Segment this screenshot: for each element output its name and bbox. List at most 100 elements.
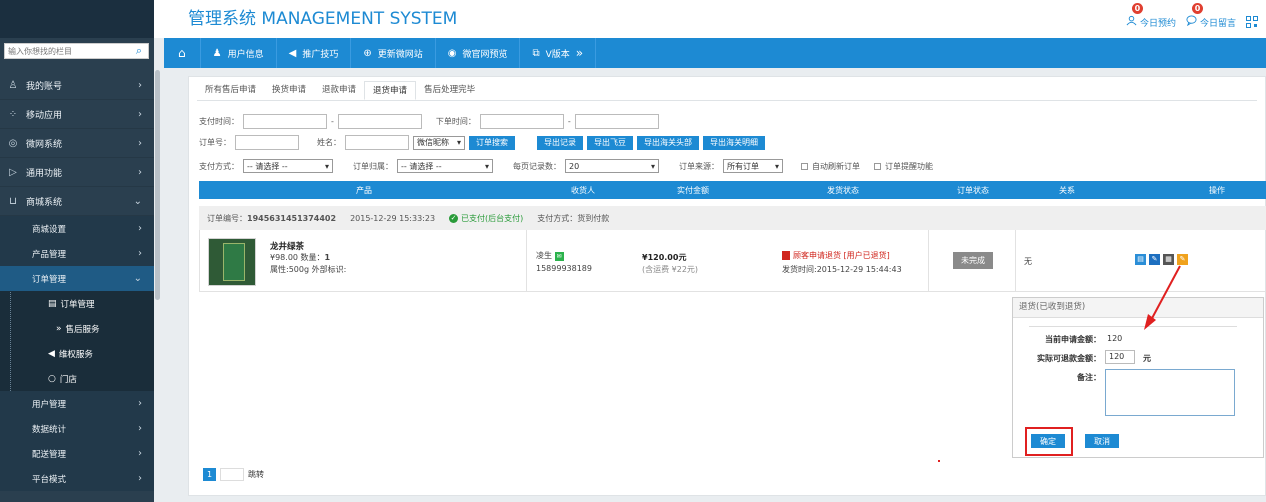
product-image[interactable] xyxy=(208,238,256,286)
export-feidou-button[interactable]: 导出飞豆 xyxy=(587,135,633,150)
col-divider xyxy=(928,230,929,291)
order-time-end[interactable] xyxy=(574,114,659,129)
col-order-status: 订单状态 xyxy=(957,186,989,195)
order-owner-label: 订单归属： xyxy=(353,161,393,171)
collapse-notch[interactable] xyxy=(154,2,163,22)
per-page-select[interactable]: 20 ▾ xyxy=(565,159,659,173)
qrcode-icon[interactable] xyxy=(1246,6,1258,28)
sidebar-item-account[interactable]: ♙ 我的账号 › xyxy=(0,71,154,100)
tab-return[interactable]: 退货申请 xyxy=(364,81,417,100)
order-no-value: 1945631451374402 xyxy=(247,213,337,223)
options-row: 支付方式： -- 请选择 -- ▾ 订单归属： -- 请选择 -- ▾ 每页记录数：… xyxy=(199,159,933,173)
page-current[interactable]: 1 xyxy=(203,468,216,481)
sidebar-item-mall[interactable]: ⊔ 商城系统 ⌄ xyxy=(0,187,154,216)
chevron-right-icon: › xyxy=(138,248,142,259)
apps-icon: ⁘ xyxy=(8,108,18,120)
mall-submenu: 商城设置 › 产品管理 › 订单管理 ⌄ ▤ 订单管理 » 售后服务 ◀ 维权服务 ○ 门店 … xyxy=(0,216,154,491)
sidebar-item-micro-site[interactable]: ◎ 微网系统 › xyxy=(0,129,154,158)
sidebar-sub-delivery[interactable]: 配送管理 › xyxy=(0,441,154,466)
sidebar-sub-stats[interactable]: 数据统计 › xyxy=(0,416,154,441)
range-dash: - xyxy=(567,117,571,126)
order-row: 龙井绿茶 ¥98.00 数量：1 属性:500g 外部标识: 凌生 ✉ 1589… xyxy=(199,230,1266,292)
product-name[interactable]: 龙井绿茶 xyxy=(270,240,304,252)
auto-refresh-label: 自动刷新订单 xyxy=(812,161,860,171)
nav-user-info[interactable]: ♟ 用户信息 xyxy=(201,38,277,68)
nickname-select[interactable]: 微信昵称 ▾ xyxy=(413,135,465,150)
page-jump-button[interactable]: 跳转 xyxy=(248,469,264,480)
order-state-button[interactable]: 未完成 xyxy=(953,252,993,269)
product-attrs: 属性:500g 外部标识: xyxy=(270,265,347,274)
qty: 1 xyxy=(324,253,331,262)
sidebar-sub-label: 产品管理 xyxy=(32,249,67,260)
refund-amount-input[interactable]: 120 xyxy=(1105,350,1135,364)
nav-update-site[interactable]: ⊕ 更新微网站 xyxy=(351,38,436,68)
tab-exchange[interactable]: 换货申请 xyxy=(264,81,314,100)
after-sales-tabs: 所有售后申请 换货申请 退款申请 退货申请 售后处理完毕 xyxy=(197,81,1257,101)
name-input[interactable] xyxy=(345,135,409,150)
pay-time-end[interactable] xyxy=(337,114,422,129)
tab-done[interactable]: 售后处理完毕 xyxy=(416,81,483,100)
sidebar-item-common[interactable]: ▷ 通用功能 › xyxy=(0,158,154,187)
sidebar-item-mobile-apps[interactable]: ⁘ 移动应用 › xyxy=(0,100,154,129)
pay-method-select[interactable]: -- 请选择 -- ▾ xyxy=(243,159,333,173)
export-customs-detail-button[interactable]: 导出海关明细 xyxy=(703,135,765,150)
sidebar-leaf-store[interactable]: ○ 门店 xyxy=(0,366,154,391)
order-time-label: 下单时间： xyxy=(435,117,476,126)
sidebar-scrollbar[interactable] xyxy=(155,70,160,300)
order-search-button[interactable]: 订单搜索 xyxy=(469,135,515,150)
sidebar-sub-users[interactable]: 用户管理 › xyxy=(0,391,154,416)
order-info-bar: 订单编号：1945631451374402 2015-12-29 15:33:2… xyxy=(199,206,1266,230)
order-owner-select[interactable]: -- 请选择 -- ▾ xyxy=(397,159,493,173)
dialog-title: 退货(已收到退货) xyxy=(1013,298,1263,318)
sidebar-sub-orders[interactable]: 订单管理 ⌄ xyxy=(0,266,154,291)
sidebar-leaf-label: 售后服务 xyxy=(65,324,100,335)
select-value: -- 请选择 -- xyxy=(247,161,288,171)
today-message-link[interactable]: 0 今日留言 xyxy=(1186,3,1236,29)
nav-promo[interactable]: ◀ 推广技巧 xyxy=(277,38,352,68)
home-icon[interactable]: ⌂ xyxy=(164,38,201,68)
caret-down-icon: ▾ xyxy=(324,161,329,171)
user-icon: ♙ xyxy=(8,79,18,91)
cancel-button[interactable]: 取消 xyxy=(1085,434,1119,448)
price-qty: ¥98.00 数量： xyxy=(270,253,325,262)
list-icon: ▤ xyxy=(48,298,57,309)
sidebar-search-input[interactable] xyxy=(5,46,125,56)
today-booking-link[interactable]: 0 今日预约 xyxy=(1126,3,1176,29)
col-divider xyxy=(1015,230,1016,291)
nav-version[interactable]: ⧉ V版本 » xyxy=(520,38,597,68)
sidebar-leaf-order-manage[interactable]: ▤ 订单管理 xyxy=(0,291,154,316)
range-dash: - xyxy=(331,117,334,126)
export-customs-head-button[interactable]: 导出海关头部 xyxy=(637,135,699,150)
pay-method: 支付方式：货到付款 xyxy=(537,213,610,223)
sidebar-sub-platform[interactable]: 平台模式 › xyxy=(0,466,154,491)
tab-all[interactable]: 所有售后申请 xyxy=(197,81,264,100)
order-source-select[interactable]: 所有订单 ▾ xyxy=(723,159,783,173)
sidebar-sub-mall-settings[interactable]: 商城设置 › xyxy=(0,216,154,241)
page-jump-input[interactable] xyxy=(220,468,244,481)
today-booking-label: 今日预约 xyxy=(1139,18,1176,29)
pay-status: ✓ 已支付(后台支付) xyxy=(449,213,523,224)
sidebar-item-label: 我的账号 xyxy=(26,81,63,92)
nav-preview[interactable]: ◉ 微官网预览 xyxy=(436,38,521,68)
tab-refund[interactable]: 退款申请 xyxy=(314,81,364,100)
sidebar-leaf-rights[interactable]: ◀ 维权服务 xyxy=(0,341,154,366)
booking-count-badge: 0 xyxy=(1131,3,1143,14)
order-time-start[interactable] xyxy=(479,114,564,129)
sidebar-leaf-after-sales[interactable]: » 售后服务 xyxy=(0,316,154,341)
col-relation: 关系 xyxy=(1059,186,1075,195)
order-remind-checkbox[interactable] xyxy=(874,162,881,170)
col-ship-status: 发货状态 xyxy=(827,186,859,195)
pay-time-start[interactable] xyxy=(243,114,327,129)
sidebar-item-label: 移动应用 xyxy=(26,110,63,121)
chevron-right-icon: › xyxy=(138,79,142,91)
export-record-button[interactable]: 导出记录 xyxy=(537,135,583,150)
sidebar: ⌕ ♙ 我的账号 › ⁘ 移动应用 › ◎ 微网系统 › ▷ 通用功能 › ⊔ 商城系统 ⌄ 商城设… xyxy=(0,38,154,502)
auto-refresh-checkbox[interactable] xyxy=(801,162,808,170)
sidebar-item-label: 通用功能 xyxy=(26,168,63,179)
sidebar-sub-products[interactable]: 产品管理 › xyxy=(0,241,154,266)
search-icon[interactable]: ⌕ xyxy=(136,44,142,58)
order-no-input[interactable] xyxy=(235,135,299,150)
remark-textarea[interactable] xyxy=(1105,369,1235,416)
chevron-right-icon: › xyxy=(138,137,142,149)
table-header: 产品 收货人 实付金额 发货状态 订单状态 关系 操作 xyxy=(199,181,1266,199)
